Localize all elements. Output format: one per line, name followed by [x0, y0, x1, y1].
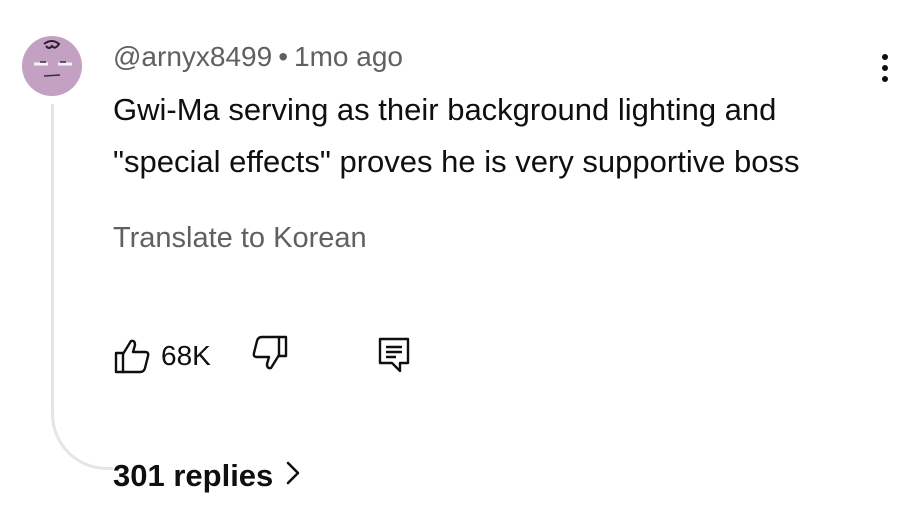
chevron-right-icon [285, 456, 301, 496]
author-handle[interactable]: @arnyx8499 [113, 41, 272, 72]
vertical-dots-icon-dot [882, 76, 888, 82]
comment-meta: @arnyx8499 • 1mo ago [113, 40, 403, 74]
comment-thread: @arnyx8499 • 1mo ago Gwi-Ma serving as the… [0, 0, 900, 514]
comment-actions: 68K [113, 334, 433, 378]
comment-timestamp[interactable]: 1mo ago [294, 41, 403, 72]
reply-button[interactable] [375, 334, 413, 378]
thread-connector-line [51, 104, 113, 470]
vertical-dots-icon-dot [882, 65, 888, 71]
comment-text-line: Gwi-Ma serving as their background light… [113, 92, 777, 127]
comment-text-line: "special effects" proves he is very supp… [113, 144, 800, 179]
like-count: 68K [161, 340, 211, 371]
comment-reply-icon [378, 337, 410, 373]
thumbs-down-icon [252, 335, 288, 370]
comment-text: Gwi-Ma serving as their background light… [113, 84, 893, 188]
dislike-button[interactable] [251, 334, 289, 378]
meta-separator: • [278, 41, 288, 72]
translate-button[interactable]: Translate to Korean [113, 220, 367, 256]
avatar[interactable] [22, 36, 82, 96]
like-button[interactable]: 68K [113, 334, 211, 378]
vertical-dots-icon [882, 54, 888, 60]
view-replies-button[interactable]: 301 replies [113, 456, 301, 496]
thumbs-up-icon [114, 339, 150, 374]
replies-label: 301 replies [113, 458, 274, 493]
avatar-face-icon [34, 40, 72, 77]
